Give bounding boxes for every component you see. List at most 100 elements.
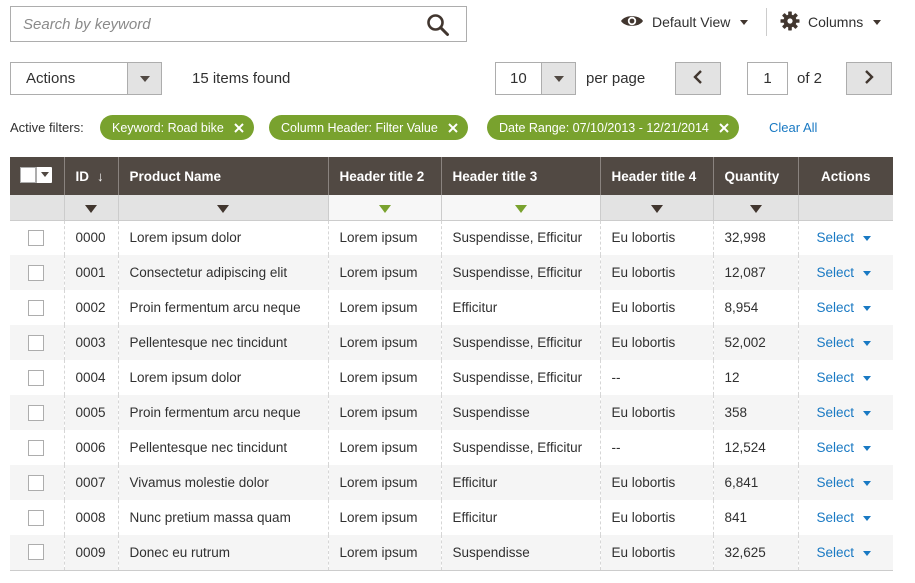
row-checkbox[interactable] xyxy=(28,404,44,421)
table-row[interactable]: 0007 Vivamus molestie dolor Lorem ipsum Eff… xyxy=(10,465,893,500)
column-header-title-2[interactable]: Header title 2 xyxy=(328,157,442,195)
cell-id: 0001 xyxy=(64,255,119,290)
cell-header-3: Suspendisse xyxy=(441,395,601,430)
page-number-input[interactable] xyxy=(747,62,788,95)
cell-id: 0009 xyxy=(64,535,119,570)
filter-cell-h3[interactable] xyxy=(441,195,601,221)
row-action-select[interactable]: Select xyxy=(817,335,855,350)
table-row[interactable]: 0006 Pellentesque nec tincidunt Lorem ipsu… xyxy=(10,430,893,465)
cell-quantity: 8,954 xyxy=(713,290,799,325)
filter-cell-h2[interactable] xyxy=(328,195,442,221)
mass-select xyxy=(20,166,52,183)
per-page-value: 10 xyxy=(510,70,527,87)
filter-cell-name[interactable] xyxy=(118,195,329,221)
prev-page-button[interactable] xyxy=(675,62,721,95)
table-row[interactable]: 0004 Lorem ipsum dolor Lorem ipsum Suspendi… xyxy=(10,360,893,395)
chevron-down-icon[interactable] xyxy=(863,270,872,276)
table-row[interactable]: 0005 Proin fermentum arcu neque Lorem ipsu… xyxy=(10,395,893,430)
search-input[interactable] xyxy=(21,7,421,41)
cell-id: 0004 xyxy=(64,360,119,395)
cell-product-name: Donec eu rutrum xyxy=(118,535,329,570)
filter-cell xyxy=(798,195,893,221)
filter-chip: Column Header: Filter Value xyxy=(269,115,468,140)
columns-control[interactable]: Columns xyxy=(780,10,882,34)
chevron-down-icon[interactable] xyxy=(863,375,872,381)
sort-arrow-icon[interactable]: ↓ xyxy=(97,169,104,184)
row-checkbox[interactable] xyxy=(28,544,44,561)
table-row[interactable]: 0009 Donec eu rutrum Lorem ipsum Suspendiss… xyxy=(10,535,893,570)
column-header-id[interactable]: ID ↓ xyxy=(64,157,119,195)
row-checkbox[interactable] xyxy=(28,439,44,456)
chevron-down-icon[interactable] xyxy=(863,445,872,451)
per-page-toggle[interactable] xyxy=(541,63,575,94)
row-action-select[interactable]: Select xyxy=(817,440,855,455)
row-checkbox[interactable] xyxy=(28,229,44,246)
eye-icon xyxy=(620,13,644,32)
search-icon[interactable] xyxy=(426,13,450,37)
cell-header-2: Lorem ipsum xyxy=(328,325,442,360)
row-action-select[interactable]: Select xyxy=(817,405,855,420)
chevron-down-icon[interactable] xyxy=(863,236,872,242)
chevron-down-icon[interactable] xyxy=(863,515,872,521)
clear-all-link[interactable]: Clear All xyxy=(769,120,817,135)
gear-icon xyxy=(780,11,800,34)
column-header-title-4[interactable]: Header title 4 xyxy=(600,157,714,195)
row-action-select[interactable]: Select xyxy=(817,230,855,245)
mass-select-dropdown[interactable] xyxy=(36,166,52,183)
per-page-dropdown[interactable]: 10 xyxy=(495,62,576,95)
close-icon[interactable] xyxy=(234,122,244,133)
cell-header-3: Efficitur xyxy=(441,500,601,535)
column-header-title-3[interactable]: Header title 3 xyxy=(441,157,601,195)
filter-cell-h4[interactable] xyxy=(600,195,714,221)
row-checkbox[interactable] xyxy=(28,264,44,281)
row-action-select[interactable]: Select xyxy=(817,300,855,315)
filter-chip-label: Date Range: 07/10/2013 - 12/21/2014 xyxy=(499,120,709,135)
actions-dropdown-value: Actions xyxy=(26,70,76,87)
cell-header-4: Eu lobortis xyxy=(600,290,714,325)
chevron-down-icon[interactable] xyxy=(863,305,872,311)
row-action-select[interactable]: Select xyxy=(817,265,855,280)
view-switcher[interactable]: Default View xyxy=(620,10,749,34)
cell-header-3: Suspendisse, Efficitur xyxy=(441,220,601,255)
actions-dropdown[interactable]: Actions xyxy=(10,62,162,95)
next-page-button[interactable] xyxy=(846,62,892,95)
chevron-down-icon xyxy=(553,75,564,82)
table-row[interactable]: 0000 Lorem ipsum dolor Lorem ipsum Suspendi… xyxy=(10,220,893,255)
cell-product-name: Pellentesque nec tincidunt xyxy=(118,325,329,360)
table-row[interactable]: 0001 Consectetur adipiscing elit Lorem ips… xyxy=(10,255,893,290)
close-icon[interactable] xyxy=(719,122,729,133)
table-row[interactable]: 0008 Nunc pretium massa quam Lorem ipsum Ef… xyxy=(10,500,893,535)
divider xyxy=(766,8,767,36)
filter-cell-qty[interactable] xyxy=(713,195,799,221)
row-action-select[interactable]: Select xyxy=(817,545,855,560)
cell-header-4: Eu lobortis xyxy=(600,395,714,430)
chevron-down-icon[interactable] xyxy=(863,480,872,486)
row-action-select[interactable]: Select xyxy=(817,370,855,385)
view-label: Default View xyxy=(652,14,731,30)
column-header-product-name[interactable]: Product Name xyxy=(118,157,329,195)
header-id-label: ID xyxy=(75,168,90,184)
cell-header-2: Lorem ipsum xyxy=(328,360,442,395)
row-action-select[interactable]: Select xyxy=(817,475,855,490)
row-checkbox[interactable] xyxy=(28,299,44,316)
chevron-down-icon[interactable] xyxy=(863,410,872,416)
cell-product-name: Lorem ipsum dolor xyxy=(118,220,329,255)
column-header-quantity[interactable]: Quantity xyxy=(713,157,799,195)
row-action-select[interactable]: Select xyxy=(817,510,855,525)
row-checkbox[interactable] xyxy=(28,474,44,491)
filter-cell-id[interactable] xyxy=(64,195,119,221)
chevron-down-icon[interactable] xyxy=(863,550,872,556)
close-icon[interactable] xyxy=(448,122,458,133)
table-row[interactable]: 0003 Pellentesque nec tincidunt Lorem ipsu… xyxy=(10,325,893,360)
row-checkbox-cell xyxy=(10,220,65,255)
cell-product-name: Proin fermentum arcu neque xyxy=(118,290,329,325)
header-actions-label: Actions xyxy=(820,168,871,184)
cell-id: 0007 xyxy=(64,465,119,500)
row-checkbox[interactable] xyxy=(28,334,44,351)
row-checkbox[interactable] xyxy=(28,509,44,526)
row-checkbox[interactable] xyxy=(28,369,44,386)
table-row[interactable]: 0002 Proin fermentum arcu neque Lorem ipsu… xyxy=(10,290,893,325)
actions-dropdown-toggle[interactable] xyxy=(127,63,161,94)
chevron-down-icon[interactable] xyxy=(863,340,872,346)
select-all-checkbox[interactable] xyxy=(20,166,36,183)
